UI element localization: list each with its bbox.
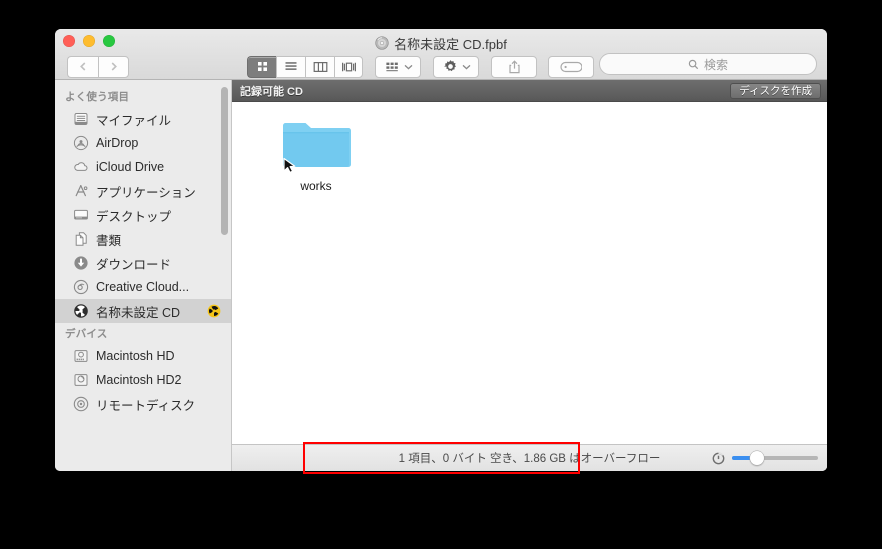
chevron-down-icon	[462, 64, 471, 69]
burn-disc-icon	[74, 304, 88, 318]
sidebar-item-icloud-drive[interactable]: iCloud Drive	[55, 155, 231, 179]
sidebar-item-label: AirDrop	[96, 136, 139, 150]
icloud-icon	[74, 162, 88, 171]
sidebar-item-label: ダウンロード	[96, 257, 172, 272]
sidebar-item-label: 書類	[96, 233, 122, 248]
alias-arrow-badge-icon	[283, 157, 296, 173]
hard-drive-icon	[74, 350, 88, 362]
sidebar-scrollbar[interactable]	[221, 87, 228, 235]
sidebar-item-untitled-cd[interactable]: 名称未設定 CD	[55, 299, 231, 323]
list-view-button[interactable]	[276, 55, 305, 78]
slider-knob[interactable]	[750, 451, 765, 465]
file-item-works[interactable]: works	[264, 116, 368, 193]
disc-header-title: 記録可能 CD	[240, 85, 303, 98]
tags-button[interactable]	[548, 55, 594, 78]
grid-icon	[257, 62, 267, 71]
myfiles-icon	[74, 113, 88, 125]
sidebar-item-label: マイファイル	[96, 113, 172, 128]
window-title: 名称未設定 CD.fpbf	[55, 35, 827, 52]
documents-icon	[75, 232, 87, 246]
window-titlebar: 名称未設定 CD.fpbf 検索	[55, 29, 827, 80]
creative-cloud-icon	[73, 279, 89, 295]
hard-drive-icon	[74, 374, 88, 386]
search-field[interactable]: 検索	[599, 53, 817, 75]
sidebar: よく使う項目 マイファイル AirDrop iCloud Drive アプリケー…	[55, 80, 232, 471]
sidebar-item-macintosh-hd2[interactable]: Macintosh HD2	[55, 368, 231, 392]
icon-size-control[interactable]	[712, 445, 818, 471]
folder-graphic	[281, 116, 351, 173]
view-mode-group	[247, 55, 363, 78]
sidebar-section-devices-title: デバイス	[65, 328, 108, 340]
coverflow-view-button[interactable]	[334, 55, 363, 78]
status-bar: 1 項目、0 バイト 空き、1.86 GB はオーバーフロー	[232, 444, 827, 471]
sidebar-item-remote-disc[interactable]: リモートディスク	[55, 392, 231, 416]
sidebar-item-downloads[interactable]: ダウンロード	[55, 251, 231, 275]
content-pane: 記録可能 CD ディスクを作成 works 1 項目、0 バイト 空き、1.86…	[232, 80, 827, 471]
chevron-down-icon	[404, 64, 413, 69]
chevron-left-icon	[79, 62, 85, 71]
columns-icon	[313, 61, 327, 72]
burn-badge-icon[interactable]	[207, 304, 221, 318]
sidebar-item-documents[interactable]: 書類	[55, 227, 231, 251]
window-body: よく使う項目 マイファイル AirDrop iCloud Drive アプリケー…	[55, 80, 827, 471]
sidebar-item-label: デスクトップ	[96, 209, 172, 224]
icon-view-button[interactable]	[247, 55, 276, 78]
icon-size-icon	[712, 452, 725, 464]
sidebar-item-macintosh-hd[interactable]: Macintosh HD	[55, 344, 231, 368]
sidebar-item-label: アプリケーション	[96, 185, 196, 200]
desktop-icon	[74, 209, 88, 220]
search-placeholder: 検索	[703, 57, 728, 72]
file-name-label: works	[300, 179, 332, 193]
arrange-grid-icon	[386, 62, 398, 71]
file-icon-area[interactable]: works	[232, 102, 827, 444]
statusbar-text: 1 項目、0 バイト 空き、1.86 GB はオーバーフロー	[398, 453, 661, 465]
burn-disc-button[interactable]: ディスクを作成	[730, 82, 821, 99]
sidebar-section-favorites-title: よく使う項目	[65, 91, 130, 103]
sidebar-item-creative-cloud[interactable]: Creative Cloud...	[55, 275, 231, 299]
remote-disc-icon	[73, 396, 89, 412]
sidebar-item-label: 名称未設定 CD	[96, 305, 181, 320]
sidebar-item-label: Creative Cloud...	[96, 280, 190, 294]
sidebar-item-airdrop[interactable]: AirDrop	[55, 131, 231, 155]
icon-size-slider[interactable]	[732, 451, 818, 465]
sidebar-item-desktop[interactable]: デスクトップ	[55, 203, 231, 227]
downloads-icon	[74, 256, 88, 270]
sidebar-item-label: iCloud Drive	[96, 160, 165, 174]
gear-icon	[444, 60, 456, 72]
airdrop-icon	[73, 135, 89, 151]
search-icon	[688, 59, 699, 69]
tag-icon	[560, 61, 582, 72]
sidebar-item-label: Macintosh HD2	[96, 373, 182, 387]
applications-icon	[75, 184, 88, 197]
sidebar-item-my-files[interactable]: マイファイル	[55, 107, 231, 131]
toolbar: 検索	[55, 53, 827, 80]
chevron-right-icon	[111, 62, 117, 71]
forward-button[interactable]	[98, 55, 129, 78]
finder-window: 名称未設定 CD.fpbf 検索 よく使う項目 マイファイル AirDrop i…	[55, 29, 827, 471]
action-button[interactable]	[433, 55, 479, 78]
optical-disc-icon	[375, 36, 389, 50]
window-title-text: 名称未設定 CD.fpbf	[394, 36, 507, 52]
sidebar-item-label: Macintosh HD	[96, 349, 175, 363]
sidebar-item-label: リモートディスク	[96, 398, 196, 413]
arrange-button[interactable]	[375, 55, 421, 78]
list-icon	[285, 62, 297, 70]
share-button[interactable]	[491, 55, 537, 78]
disc-header-bar: 記録可能 CD ディスクを作成	[232, 80, 827, 102]
back-button[interactable]	[67, 55, 98, 78]
navigation-button-group	[67, 55, 129, 78]
coverflow-icon	[341, 62, 356, 71]
column-view-button[interactable]	[305, 55, 334, 78]
sidebar-item-applications[interactable]: アプリケーション	[55, 179, 231, 203]
share-icon	[508, 59, 520, 73]
